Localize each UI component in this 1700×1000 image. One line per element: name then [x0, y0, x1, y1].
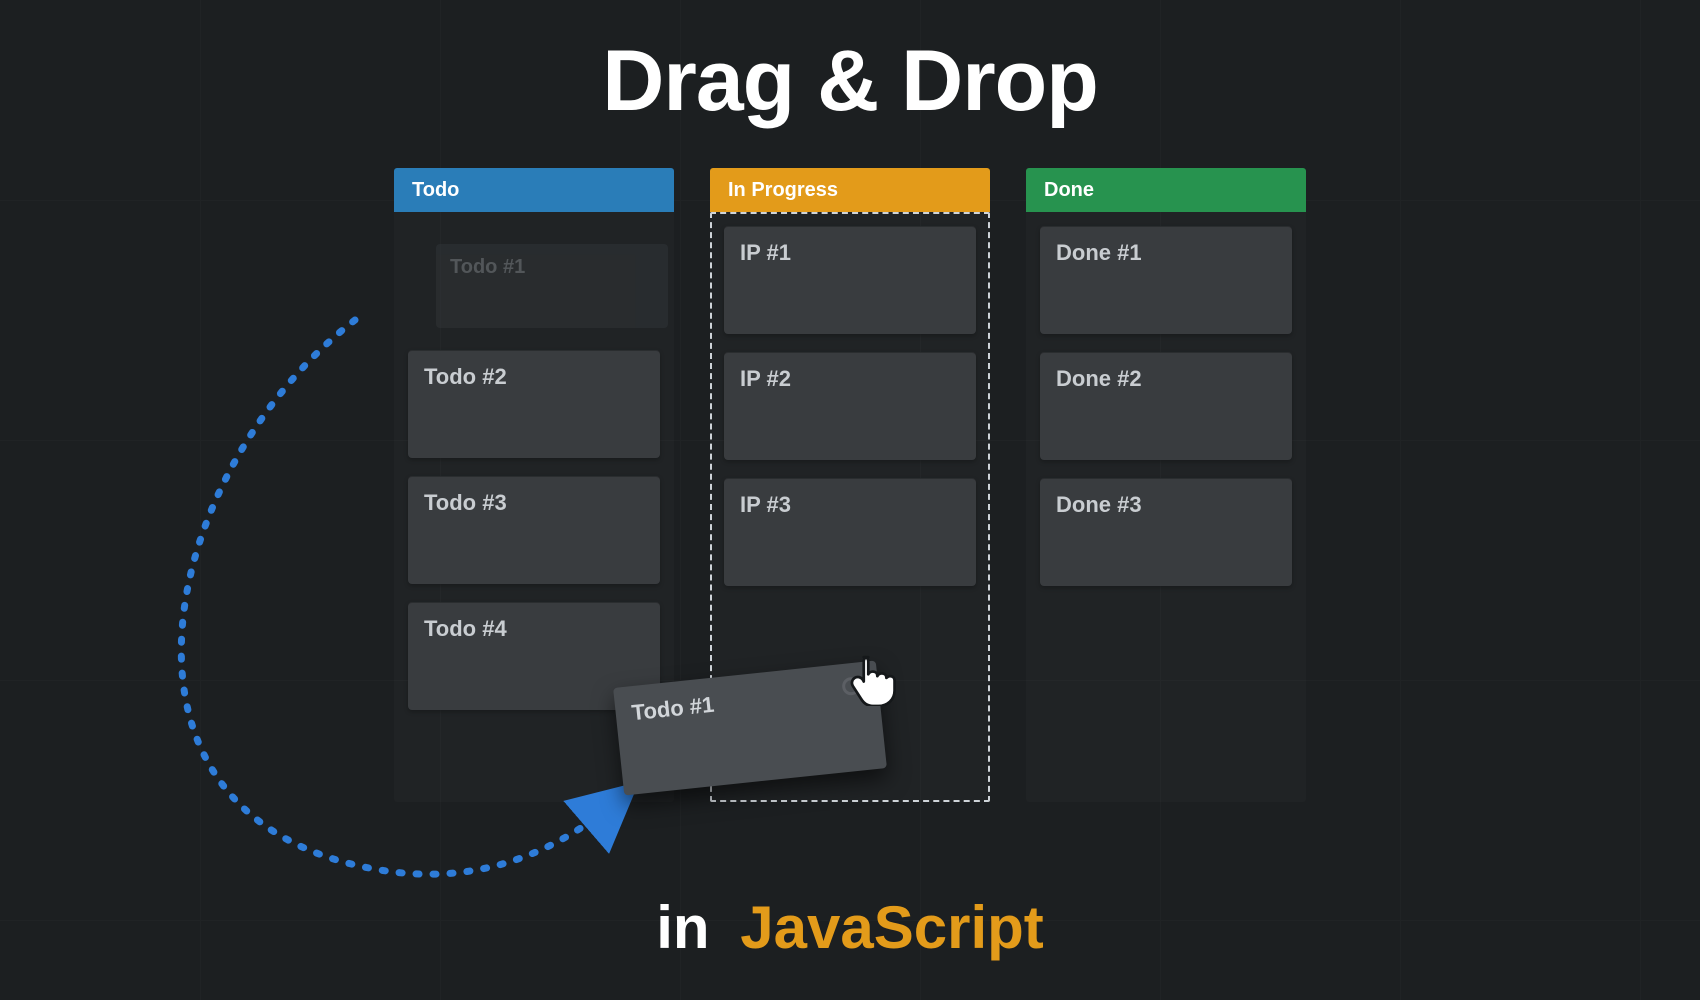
card-ip-3[interactable]: IP #3	[724, 478, 976, 586]
column-header-in-progress: In Progress	[710, 168, 990, 212]
drag-handle-icon	[841, 676, 861, 696]
column-body-done[interactable]: Done #1 Done #2 Done #3	[1026, 212, 1306, 802]
card-todo-2[interactable]: Todo #2	[408, 350, 660, 458]
subtitle: in JavaScript	[0, 893, 1700, 962]
column-done: Done Done #1 Done #2 Done #3	[1026, 168, 1306, 802]
card-placeholder[interactable]: Todo #1	[436, 244, 668, 328]
card-done-1[interactable]: Done #1	[1040, 226, 1292, 334]
dragging-card-label: Todo #1	[630, 692, 715, 726]
card-done-3[interactable]: Done #3	[1040, 478, 1292, 586]
subtitle-prefix: in	[656, 894, 709, 961]
card-todo-3[interactable]: Todo #3	[408, 476, 660, 584]
column-header-todo: Todo	[394, 168, 674, 212]
card-done-2[interactable]: Done #2	[1040, 352, 1292, 460]
subtitle-tech: JavaScript	[740, 894, 1044, 961]
page-title: Drag & Drop	[0, 32, 1700, 131]
card-ip-1[interactable]: IP #1	[724, 226, 976, 334]
card-ip-2[interactable]: IP #2	[724, 352, 976, 460]
column-header-done: Done	[1026, 168, 1306, 212]
